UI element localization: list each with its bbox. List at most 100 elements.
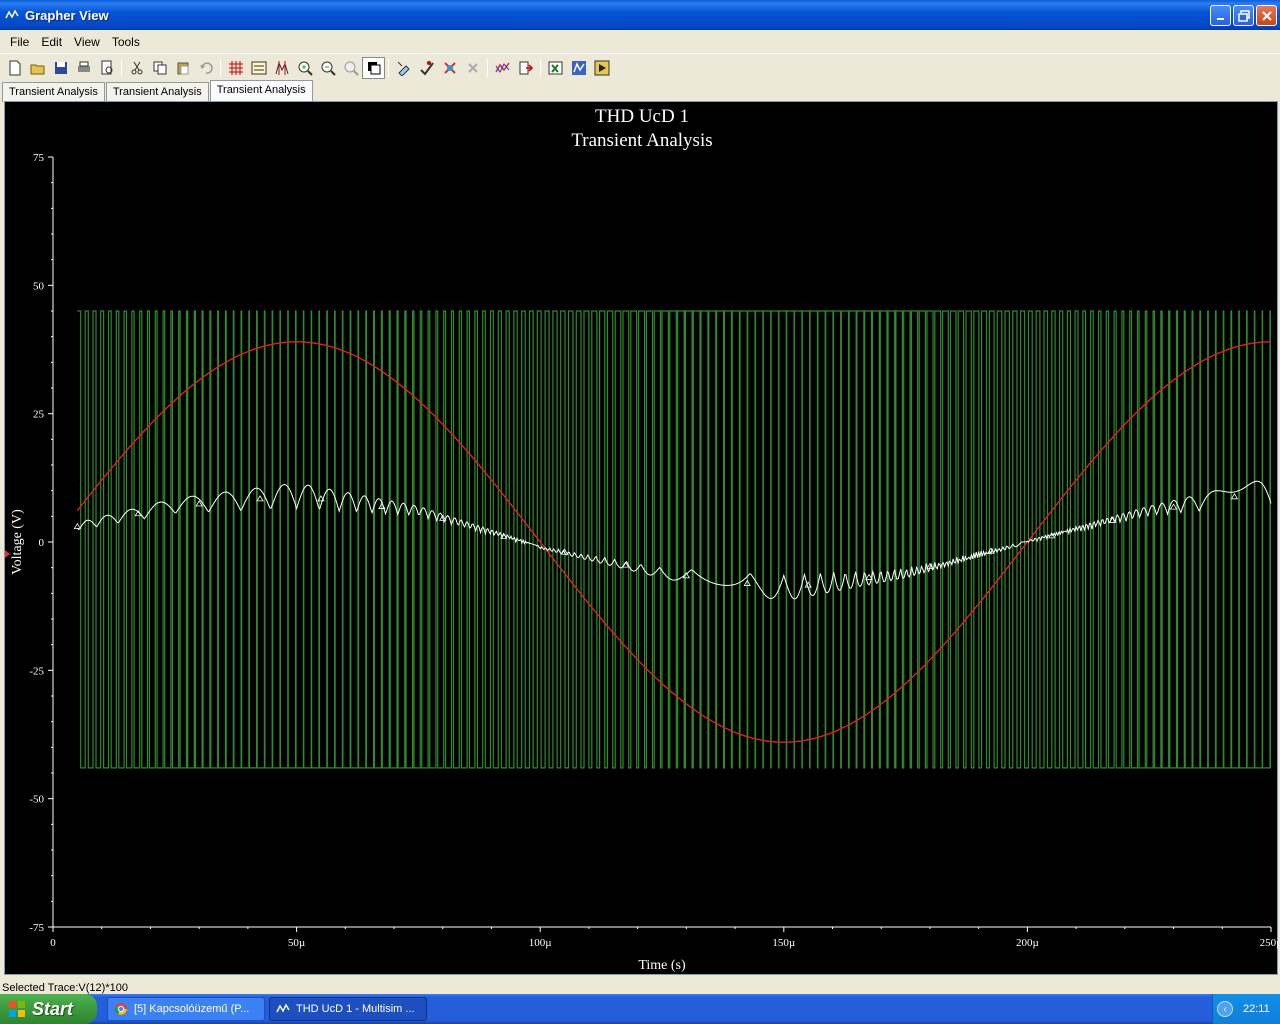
save-button[interactable]	[49, 57, 72, 79]
undo-button[interactable]	[194, 57, 217, 79]
system-tray: ‹ 22:11	[1212, 994, 1280, 1024]
tab-strip: Transient Analysis Transient Analysis Tr…	[2, 80, 314, 102]
chrome-icon	[114, 1003, 127, 1015]
selected-trace-text: Selected Trace:V(12)*100	[2, 982, 128, 994]
cursor-button[interactable]	[270, 57, 293, 79]
reverse-colors-button[interactable]	[362, 56, 385, 79]
save-icon	[54, 61, 67, 74]
restore-button[interactable]	[1233, 5, 1254, 26]
restore-icon	[1237, 9, 1250, 22]
cut-button[interactable]	[125, 57, 148, 79]
cursor-icon	[275, 60, 288, 75]
start-label: Start	[32, 998, 74, 1019]
transient-chart[interactable]: THD UcD 1 Transient Analysis 75 50 25 0 -25 -50…	[5, 102, 1279, 976]
y-tick-label: 0	[39, 537, 45, 549]
ripple-marker	[256, 495, 264, 502]
mathcad-export-icon	[571, 60, 586, 75]
taskbar-item-multisim[interactable]: THD UcD 1 - Multisim ...	[269, 997, 427, 1021]
paste-button[interactable]	[171, 57, 194, 79]
add-trace-icon	[494, 62, 510, 73]
x-tick-label: 200µ	[1016, 937, 1039, 949]
zoom-in-button[interactable]	[293, 57, 316, 79]
y-tick-label: -50	[29, 794, 44, 806]
tray-expand-icon[interactable]: ‹	[1217, 1001, 1233, 1017]
toolbar	[0, 55, 1280, 80]
x-tick-label: 250µ	[1260, 937, 1279, 949]
windows-logo-icon	[9, 1001, 25, 1017]
grapher-icon	[276, 1003, 290, 1013]
taskbar-item-label: [5] Kapcsolóüzemű (P...	[134, 1003, 250, 1015]
chart-subtitle: Transient Analysis	[571, 130, 712, 151]
tab-transient-analysis-3[interactable]: Transient Analysis	[209, 80, 313, 102]
properties-button[interactable]	[392, 57, 415, 79]
export-button[interactable]	[514, 57, 537, 79]
menu-view[interactable]: View	[68, 35, 106, 49]
new-icon	[9, 60, 20, 75]
legend-button[interactable]	[247, 57, 270, 79]
grid-button[interactable]	[224, 57, 247, 79]
zoom-out-icon	[321, 61, 336, 76]
open-button[interactable]	[26, 57, 49, 79]
toolbar-separator	[540, 58, 541, 77]
copy-button[interactable]	[148, 57, 171, 79]
menu-bar: File Edit View Tools	[0, 30, 1280, 54]
copy-icon	[153, 61, 166, 74]
print-preview-button[interactable]	[95, 57, 118, 79]
ripple-marker	[134, 509, 142, 517]
cut-icon	[131, 61, 142, 74]
x-tick-label: 100µ	[529, 937, 552, 949]
menu-tools[interactable]: Tools	[106, 35, 146, 49]
paste-icon	[177, 62, 188, 74]
overlay-icon	[443, 61, 456, 74]
tab-transient-analysis-1[interactable]: Transient Analysis	[2, 82, 105, 102]
delete-trace-button[interactable]	[461, 57, 484, 79]
menu-edit[interactable]: Edit	[35, 35, 68, 49]
grapher-app-icon	[5, 9, 19, 19]
minimize-icon	[1216, 17, 1224, 20]
chart-title: THD UcD 1	[595, 106, 689, 127]
close-button[interactable]	[1256, 5, 1277, 26]
y-tick-label: -75	[29, 922, 44, 934]
toolbar-separator	[220, 58, 221, 77]
overlay-button[interactable]	[438, 57, 461, 79]
taskbar: Start [5] Kapcsolóüzemű (P... THD UcD 1 …	[0, 994, 1280, 1024]
close-icon	[1261, 10, 1272, 21]
taskbar-item-chrome[interactable]: [5] Kapcsolóüzemű (P...	[107, 997, 265, 1021]
y-tick-label: 25	[33, 409, 45, 421]
y-tick-label: -25	[29, 665, 44, 677]
y-axis-label: Voltage (V)	[10, 509, 25, 575]
properties-icon	[397, 61, 410, 76]
minimize-button[interactable]	[1210, 5, 1231, 26]
ripple-marker	[73, 522, 82, 529]
labview-export-button[interactable]	[590, 57, 613, 79]
y-tick-label: 75	[33, 152, 45, 164]
undo-icon	[199, 61, 213, 74]
mathcad-export-button[interactable]	[567, 57, 590, 79]
open-icon	[30, 64, 44, 74]
delete-trace-icon	[467, 62, 478, 73]
toolbar-separator	[388, 58, 389, 77]
toolbar-separator	[121, 58, 122, 77]
zoom-out-button[interactable]	[316, 57, 339, 79]
trace-props-icon	[419, 60, 434, 76]
start-button[interactable]: Start	[0, 994, 97, 1024]
reverse-colors-icon	[367, 61, 380, 74]
trace-props-button[interactable]	[415, 57, 438, 79]
ripple-marker	[1169, 503, 1178, 510]
zoom-full-button[interactable]	[339, 57, 362, 79]
print-button[interactable]	[72, 57, 95, 79]
labview-export-icon	[594, 60, 609, 75]
graph-panel[interactable]: THD UcD 1 Transient Analysis 75 50 25 0 -25 -50…	[4, 101, 1279, 976]
tab-transient-analysis-2[interactable]: Transient Analysis	[105, 82, 209, 102]
menu-file[interactable]: File	[4, 35, 35, 49]
title-bar[interactable]: Grapher View	[0, 0, 1280, 30]
toolbar-separator	[487, 58, 488, 77]
new-button[interactable]	[3, 57, 26, 79]
taskbar-item-label: THD UcD 1 - Multisim ...	[296, 1003, 415, 1015]
add-trace-button[interactable]	[491, 57, 514, 79]
excel-export-button[interactable]	[544, 57, 567, 79]
x-tick-label: 150µ	[772, 937, 795, 949]
pwm-series-line[interactable]	[77, 310, 1271, 769]
y-tick-label: 50	[33, 280, 45, 292]
x-tick-label: 0	[50, 937, 56, 949]
